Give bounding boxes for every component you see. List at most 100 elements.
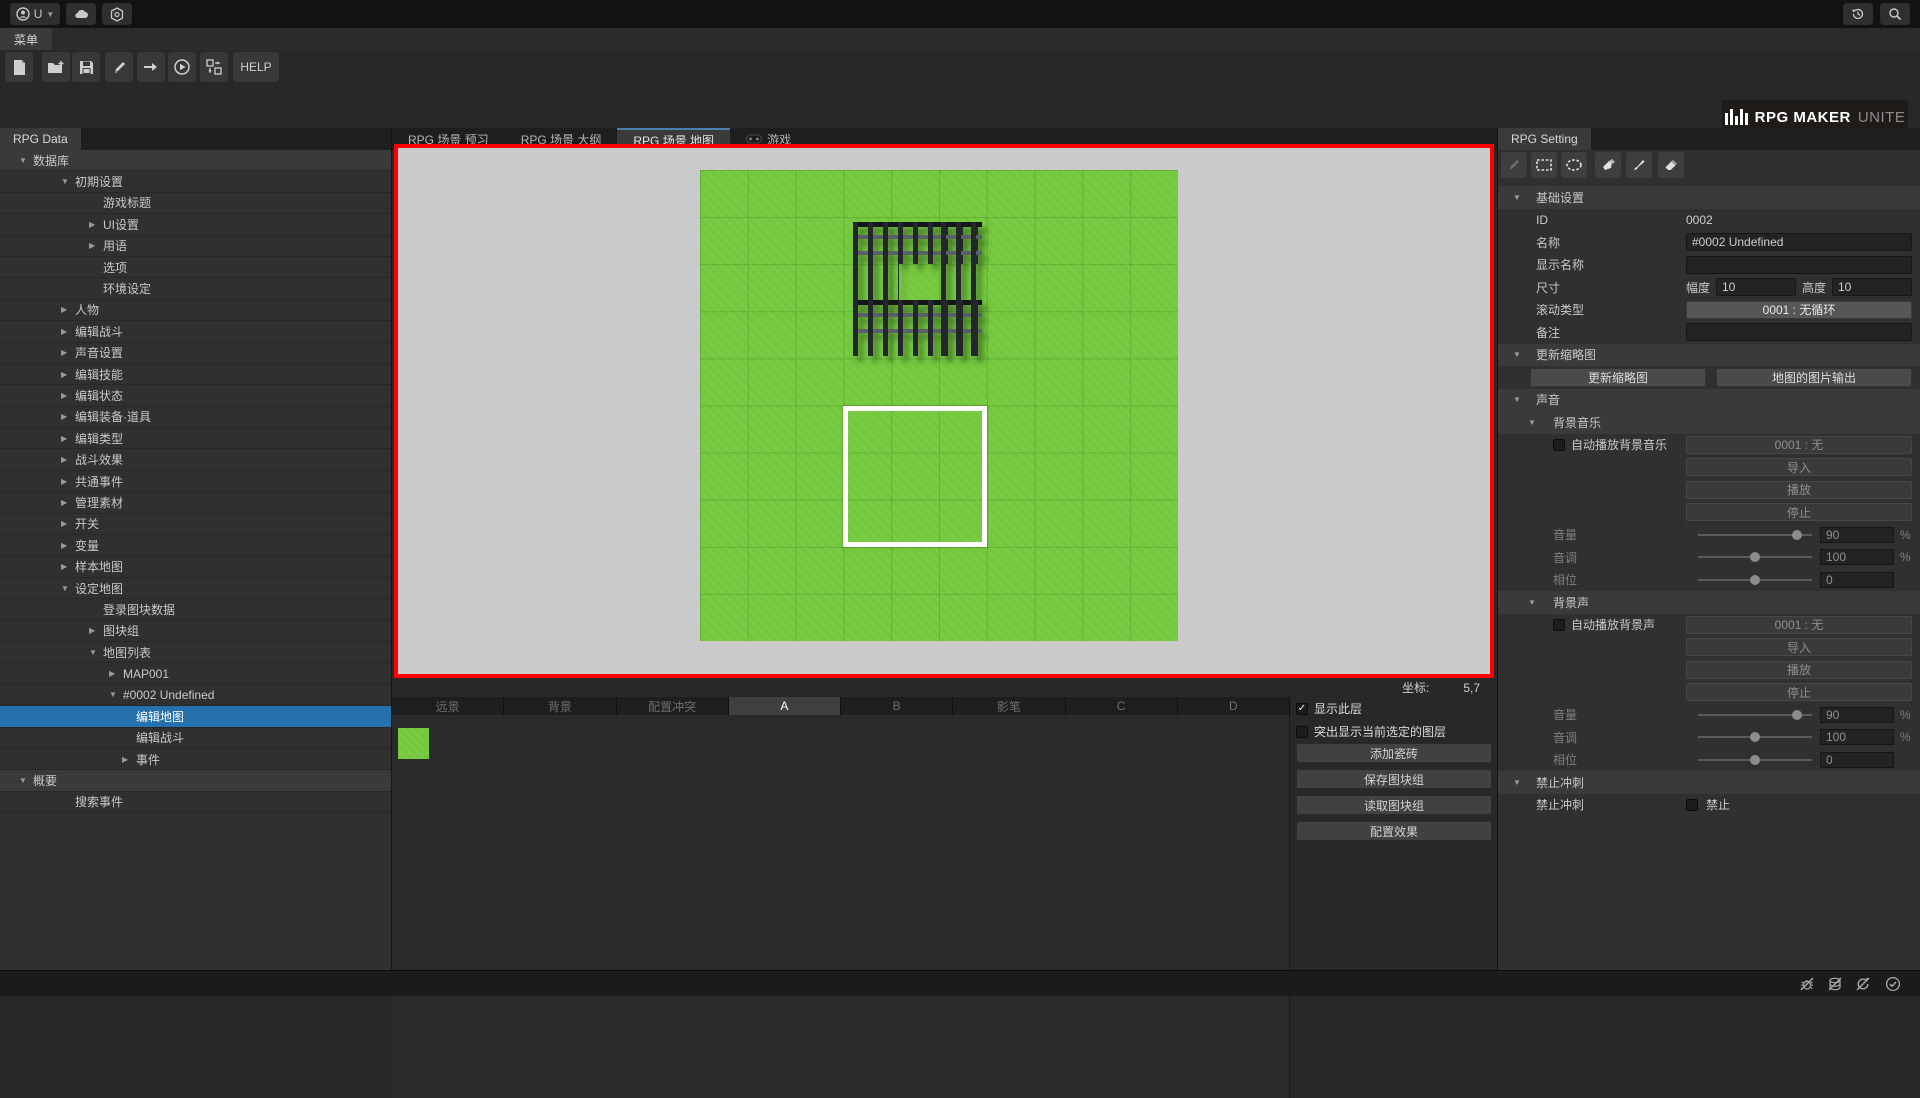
map-viewport[interactable] — [394, 144, 1494, 678]
status-ok-icon[interactable] — [1884, 975, 1902, 993]
layer-tab-D[interactable]: D — [1177, 697, 1290, 715]
tree-item-环境设定[interactable]: 环境设定 — [0, 278, 391, 300]
open-file-button[interactable] — [42, 52, 70, 82]
tree-foldout-icon[interactable]: ▶ — [61, 455, 75, 464]
tree-foldout-icon[interactable]: ▶ — [122, 755, 136, 764]
button-播放[interactable]: 播放 — [1686, 660, 1912, 679]
tree-item-战斗效果[interactable]: ▶ 战斗效果 — [0, 449, 391, 471]
tree-foldout-icon[interactable]: ▶ — [61, 348, 75, 357]
new-file-button[interactable] — [5, 52, 33, 82]
edit-pencil-button[interactable] — [105, 52, 133, 82]
foldout-expanded-icon[interactable]: ▼ — [1513, 193, 1521, 202]
history-button[interactable] — [1843, 3, 1873, 25]
text-input-备注[interactable] — [1686, 323, 1912, 342]
tree-item-编辑类型[interactable]: ▶ 编辑类型 — [0, 428, 391, 450]
tree-foldout-icon[interactable]: ▼ — [19, 776, 33, 785]
slider-value-input[interactable]: 0 — [1820, 571, 1894, 588]
button-停止[interactable]: 停止 — [1686, 683, 1912, 702]
foldout-expanded-icon[interactable]: ▼ — [1528, 598, 1536, 607]
layer-tab-背景[interactable]: 背景 — [504, 697, 617, 715]
refresh-disabled-icon[interactable] — [1854, 975, 1872, 993]
layer-option-显示此层[interactable]: ✓ 显示此层 — [1296, 697, 1492, 720]
button-播放[interactable]: 播放 — [1686, 480, 1912, 499]
tree-item-人物[interactable]: ▶ 人物 — [0, 300, 391, 322]
button-地图的图片输出[interactable]: 地图的图片输出 — [1716, 367, 1912, 387]
layer-tab-A[interactable]: A — [728, 697, 841, 715]
foldout-expanded-icon[interactable]: ▼ — [1513, 395, 1521, 404]
slider-knob[interactable] — [1792, 529, 1803, 540]
tree-item-编辑技能[interactable]: ▶ 编辑技能 — [0, 364, 391, 386]
checkbox-unchecked-icon[interactable] — [1553, 438, 1565, 451]
tree-foldout-icon[interactable]: ▶ — [61, 541, 75, 550]
brush-tool-button[interactable] — [1626, 152, 1652, 178]
tree-foldout-icon[interactable]: ▶ — [61, 327, 75, 336]
palette-button-读取图块组[interactable]: 读取图块组 — [1296, 795, 1492, 815]
palette-button-保存图块组[interactable]: 保存图块组 — [1296, 769, 1492, 789]
pencil-tool-button[interactable] — [1501, 152, 1527, 178]
cloud-button[interactable] — [66, 3, 96, 25]
checkbox-checked-icon[interactable]: ✓ — [1296, 702, 1308, 715]
tile-palette[interactable] — [392, 715, 1290, 1098]
tree-item-声音设置[interactable]: ▶ 声音设置 — [0, 343, 391, 364]
slider-knob[interactable] — [1792, 709, 1803, 720]
slider-value-input[interactable]: 0 — [1820, 751, 1894, 768]
tree-item-#0002 Undefined[interactable]: ▼ #0002 Undefined — [0, 685, 391, 707]
tree-foldout-icon[interactable]: ▶ — [109, 669, 123, 678]
tree-item-游戏标题[interactable]: 游戏标题 — [0, 193, 391, 215]
tab-rpg-setting[interactable]: RPG Setting — [1498, 128, 1591, 150]
tree-foldout-icon[interactable]: ▶ — [61, 498, 75, 507]
tree-item-数据库[interactable]: ▼ 数据库 — [0, 150, 391, 172]
tree-foldout-icon[interactable]: ▼ — [19, 156, 33, 165]
slider-value-input[interactable]: 90 — [1820, 526, 1894, 543]
tree-foldout-icon[interactable]: ▼ — [61, 177, 75, 186]
tree-item-用语[interactable]: ▶ 用语 — [0, 236, 391, 257]
tree-foldout-icon[interactable]: ▶ — [61, 562, 75, 571]
tree-foldout-icon[interactable]: ▶ — [61, 412, 75, 421]
tree-foldout-icon[interactable]: ▶ — [89, 241, 103, 250]
layout-button[interactable] — [200, 52, 228, 82]
slider-track-音调[interactable] — [1698, 552, 1812, 563]
bug-disabled-icon[interactable] — [1798, 975, 1816, 993]
tree-item-事件[interactable]: ▶ 事件 — [0, 749, 391, 771]
tree-item-初期设置[interactable]: ▼ 初期设置 — [0, 171, 391, 193]
foldout-expanded-icon[interactable]: ▼ — [1513, 778, 1521, 787]
checkbox-unchecked-icon[interactable] — [1686, 798, 1698, 811]
tree-item-搜索事件[interactable]: 搜索事件 — [0, 792, 391, 814]
eraser-tool-button[interactable] — [1658, 152, 1684, 178]
height-input[interactable]: 10 — [1832, 278, 1912, 297]
grass-tile-swatch[interactable] — [398, 728, 429, 759]
tree-foldout-icon[interactable]: ▶ — [61, 391, 75, 400]
version-control-button[interactable] — [102, 3, 132, 25]
rect-select-tool-button[interactable] — [1531, 152, 1557, 178]
layer-tab-B[interactable]: B — [841, 697, 954, 715]
button-导入[interactable]: 导入 — [1686, 458, 1912, 477]
tree-foldout-icon[interactable]: ▶ — [61, 434, 75, 443]
dropdown-滚动类型[interactable]: 0001 : 无循环 — [1686, 300, 1912, 319]
tree-item-地图列表[interactable]: ▼ 地图列表 — [0, 642, 391, 664]
tree-item-UI设置[interactable]: ▶ UI设置 — [0, 214, 391, 236]
tree-item-管理素材[interactable]: ▶ 管理素材 — [0, 492, 391, 514]
help-button[interactable]: HELP — [233, 52, 279, 82]
tree-foldout-icon[interactable]: ▶ — [61, 477, 75, 486]
text-input-显示名称[interactable] — [1686, 255, 1912, 274]
tree-foldout-icon[interactable]: ▶ — [61, 305, 75, 314]
layer-tab-配置冲突[interactable]: 配置冲突 — [616, 697, 729, 715]
layer-tab-C[interactable]: C — [1065, 697, 1178, 715]
slider-knob[interactable] — [1750, 552, 1760, 563]
slider-value-input[interactable]: 100 — [1820, 549, 1894, 566]
slider-knob[interactable] — [1750, 574, 1760, 585]
tree-item-开关[interactable]: ▶ 开关 — [0, 514, 391, 536]
dropdown-自动播放背景音乐[interactable]: 0001 : 无 — [1686, 435, 1912, 454]
tree-item-登录图块数据[interactable]: 登录图块数据 — [0, 599, 391, 621]
button-导入[interactable]: 导入 — [1686, 638, 1912, 657]
tree-foldout-icon[interactable]: ▶ — [61, 370, 75, 379]
ellipse-select-tool-button[interactable] — [1561, 152, 1587, 178]
slider-value-input[interactable]: 90 — [1820, 706, 1894, 723]
tree-foldout-icon[interactable]: ▶ — [89, 220, 103, 229]
tree-foldout-icon[interactable]: ▼ — [89, 648, 103, 657]
slider-value-input[interactable]: 100 — [1820, 729, 1894, 746]
checkbox-unchecked-icon[interactable] — [1296, 725, 1308, 738]
slider-track-音量[interactable] — [1698, 709, 1812, 720]
paint-bucket-tool-button[interactable] — [1595, 152, 1621, 178]
tree-item-概要[interactable]: ▼ 概要 — [0, 770, 391, 792]
